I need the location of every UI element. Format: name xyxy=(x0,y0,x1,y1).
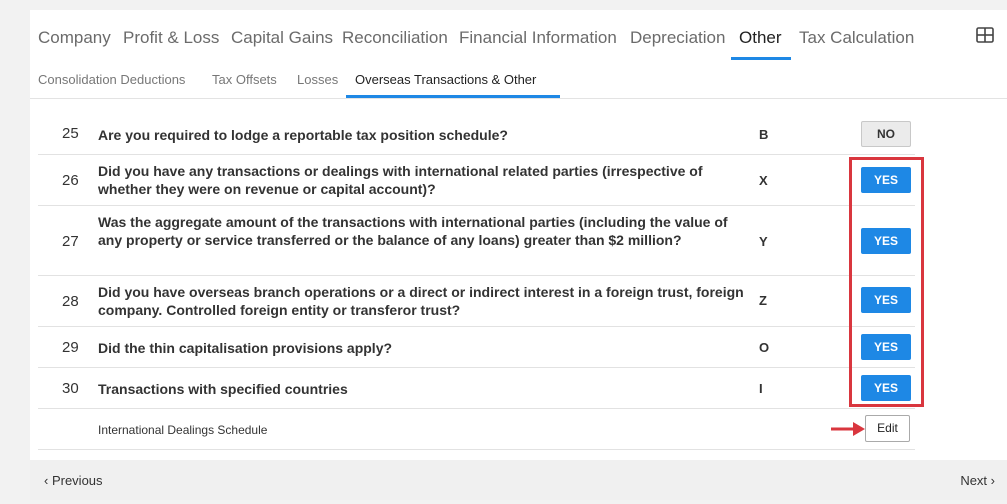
chevron-right-icon: › xyxy=(987,473,995,488)
subtab-tax-offsets[interactable]: Tax Offsets xyxy=(212,72,277,87)
highlight-box xyxy=(849,157,924,407)
question-number: 25 xyxy=(62,125,79,142)
question-text: Transactions with specified countries xyxy=(98,381,348,397)
question-row-25: 25 Are you required to lodge a reportabl… xyxy=(38,115,915,155)
tab-financial-information[interactable]: Financial Information xyxy=(459,28,617,48)
previous-button[interactable]: ‹ Previous xyxy=(44,473,103,488)
next-label: Next xyxy=(960,473,988,488)
question-number: 26 xyxy=(62,172,79,189)
schedule-label: International Dealings Schedule xyxy=(98,423,268,437)
question-code: Y xyxy=(759,234,768,249)
tab-depreciation[interactable]: Depreciation xyxy=(630,28,725,48)
question-text: Are you required to lodge a reportable t… xyxy=(98,127,508,143)
no-toggle-button[interactable]: NO xyxy=(861,121,911,147)
edit-button[interactable]: Edit xyxy=(865,415,910,442)
active-subtab-indicator xyxy=(346,95,560,98)
subtab-overseas-transactions[interactable]: Overseas Transactions & Other xyxy=(355,72,536,87)
question-code: Z xyxy=(759,293,767,308)
grid-view-icon[interactable] xyxy=(976,27,994,43)
tab-profit-loss[interactable]: Profit & Loss xyxy=(123,28,219,48)
red-arrow-icon xyxy=(831,422,865,436)
question-code: I xyxy=(759,381,763,396)
tab-reconciliation[interactable]: Reconciliation xyxy=(342,28,448,48)
main-tab-bar: Company Profit & Loss Capital Gains Reco… xyxy=(30,10,1007,60)
tab-capital-gains[interactable]: Capital Gains xyxy=(231,28,333,48)
question-row-26: 26 Did you have any transactions or deal… xyxy=(38,155,915,206)
question-text: Did you have overseas branch operations … xyxy=(98,284,744,318)
previous-label: Previous xyxy=(51,473,103,488)
schedule-row: International Dealings Schedule Edit xyxy=(38,409,915,450)
question-row-27: 27 Was the aggregate amount of the trans… xyxy=(38,206,915,276)
question-code: X xyxy=(759,173,768,188)
question-row-29: 29 Did the thin capitalisation provision… xyxy=(38,327,915,368)
question-number: 28 xyxy=(62,293,79,310)
question-text: Did you have any transactions or dealing… xyxy=(98,163,703,197)
question-code: O xyxy=(759,340,770,355)
question-row-30: 30 Transactions with specified countries… xyxy=(38,368,915,409)
question-text: Was the aggregate amount of the transact… xyxy=(98,214,728,248)
sub-tab-bar: Consolidation Deductions Tax Offsets Los… xyxy=(30,60,1007,99)
question-number: 30 xyxy=(62,380,79,397)
subtab-losses[interactable]: Losses xyxy=(297,72,338,87)
subtab-consolidation-deductions[interactable]: Consolidation Deductions xyxy=(38,72,185,87)
tab-company[interactable]: Company xyxy=(38,28,111,48)
question-text: Did the thin capitalisation provisions a… xyxy=(98,340,393,356)
question-number: 29 xyxy=(62,339,79,356)
tab-tax-calculation[interactable]: Tax Calculation xyxy=(799,28,914,48)
chevron-left-icon: ‹ xyxy=(44,473,52,488)
footer-nav: ‹ Previous Next › xyxy=(30,460,1007,500)
question-row-28: 28 Did you have overseas branch operatio… xyxy=(38,276,915,327)
tab-other[interactable]: Other xyxy=(739,28,782,48)
next-button[interactable]: Next › xyxy=(960,473,995,488)
question-number: 27 xyxy=(62,233,79,250)
question-code: B xyxy=(759,127,769,142)
